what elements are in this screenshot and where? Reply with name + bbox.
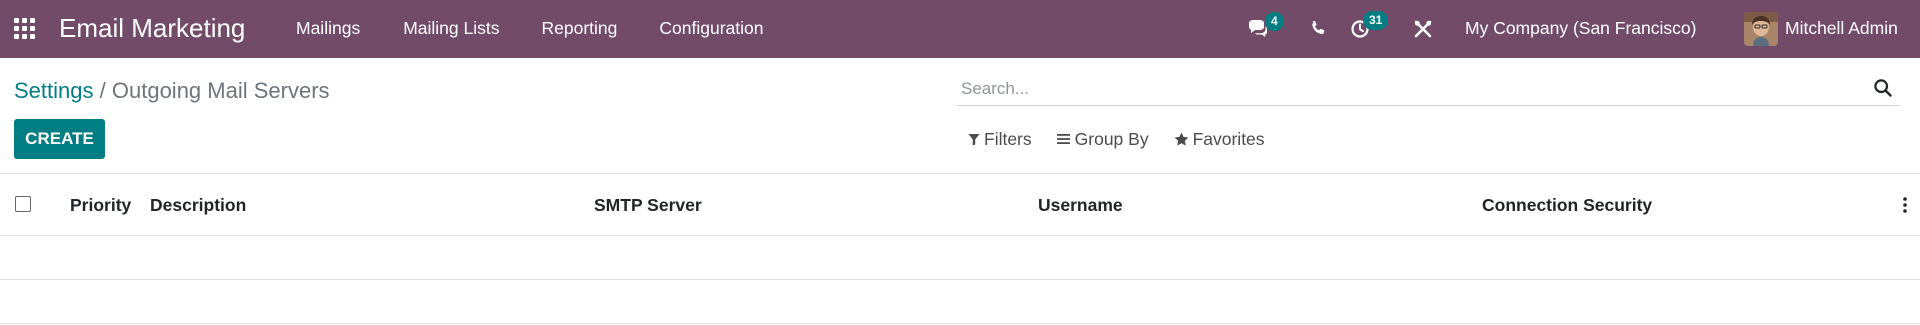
menu-item-configuration[interactable]: Configuration: [659, 17, 763, 39]
breadcrumb: Settings / Outgoing Mail Servers: [14, 77, 330, 105]
search-bar: [957, 72, 1901, 106]
group-by-label: Group By: [1074, 129, 1149, 149]
create-button[interactable]: CREATE: [14, 119, 105, 159]
company-switcher[interactable]: My Company (San Francisco): [1465, 17, 1696, 39]
favorites-label: Favorites: [1192, 129, 1265, 149]
table-row: [0, 236, 1920, 280]
group-by-button[interactable]: Group By: [1056, 128, 1149, 150]
column-header-smtp-server[interactable]: SMTP Server: [594, 194, 702, 216]
filters-label: Filters: [984, 129, 1032, 149]
apps-menu-icon[interactable]: [14, 18, 36, 40]
app-title[interactable]: Email Marketing: [59, 12, 245, 44]
top-navbar: Email Marketing Mailings Mailing Lists R…: [0, 0, 1920, 58]
search-input[interactable]: [959, 76, 1819, 102]
user-avatar[interactable]: [1744, 12, 1778, 46]
filter-icon: [968, 133, 980, 145]
filters-button[interactable]: Filters: [968, 128, 1032, 150]
column-header-priority[interactable]: Priority: [70, 194, 131, 216]
group-by-icon: [1056, 134, 1070, 144]
phone-icon[interactable]: [1306, 17, 1330, 41]
breadcrumb-separator: /: [99, 78, 106, 103]
debug-tools-icon[interactable]: [1411, 17, 1435, 41]
star-icon: [1174, 132, 1188, 146]
menu-item-reporting[interactable]: Reporting: [542, 17, 618, 39]
messages-badge: 4: [1265, 12, 1284, 31]
table-row: [0, 280, 1920, 324]
menu-item-mailing-lists[interactable]: Mailing Lists: [403, 17, 499, 39]
menu-item-mailings[interactable]: Mailings: [296, 17, 360, 39]
breadcrumb-settings[interactable]: Settings: [14, 78, 94, 103]
activities-badge: 31: [1363, 11, 1389, 30]
column-header-description[interactable]: Description: [150, 194, 246, 216]
user-menu[interactable]: Mitchell Admin: [1785, 17, 1898, 39]
search-icon[interactable]: [1873, 78, 1893, 98]
optional-columns-icon[interactable]: [1901, 196, 1909, 214]
search-options: Filters Group By Favorites: [968, 128, 1290, 150]
favorites-button[interactable]: Favorites: [1174, 128, 1265, 150]
column-header-username[interactable]: Username: [1038, 194, 1123, 216]
table-header: Priority Description SMTP Server Usernam…: [0, 174, 1920, 236]
main-menu: Mailings Mailing Lists Reporting Configu…: [296, 17, 806, 39]
select-all-checkbox[interactable]: [15, 196, 31, 212]
page-title: Outgoing Mail Servers: [111, 78, 330, 103]
column-header-connection-security[interactable]: Connection Security: [1482, 194, 1652, 216]
